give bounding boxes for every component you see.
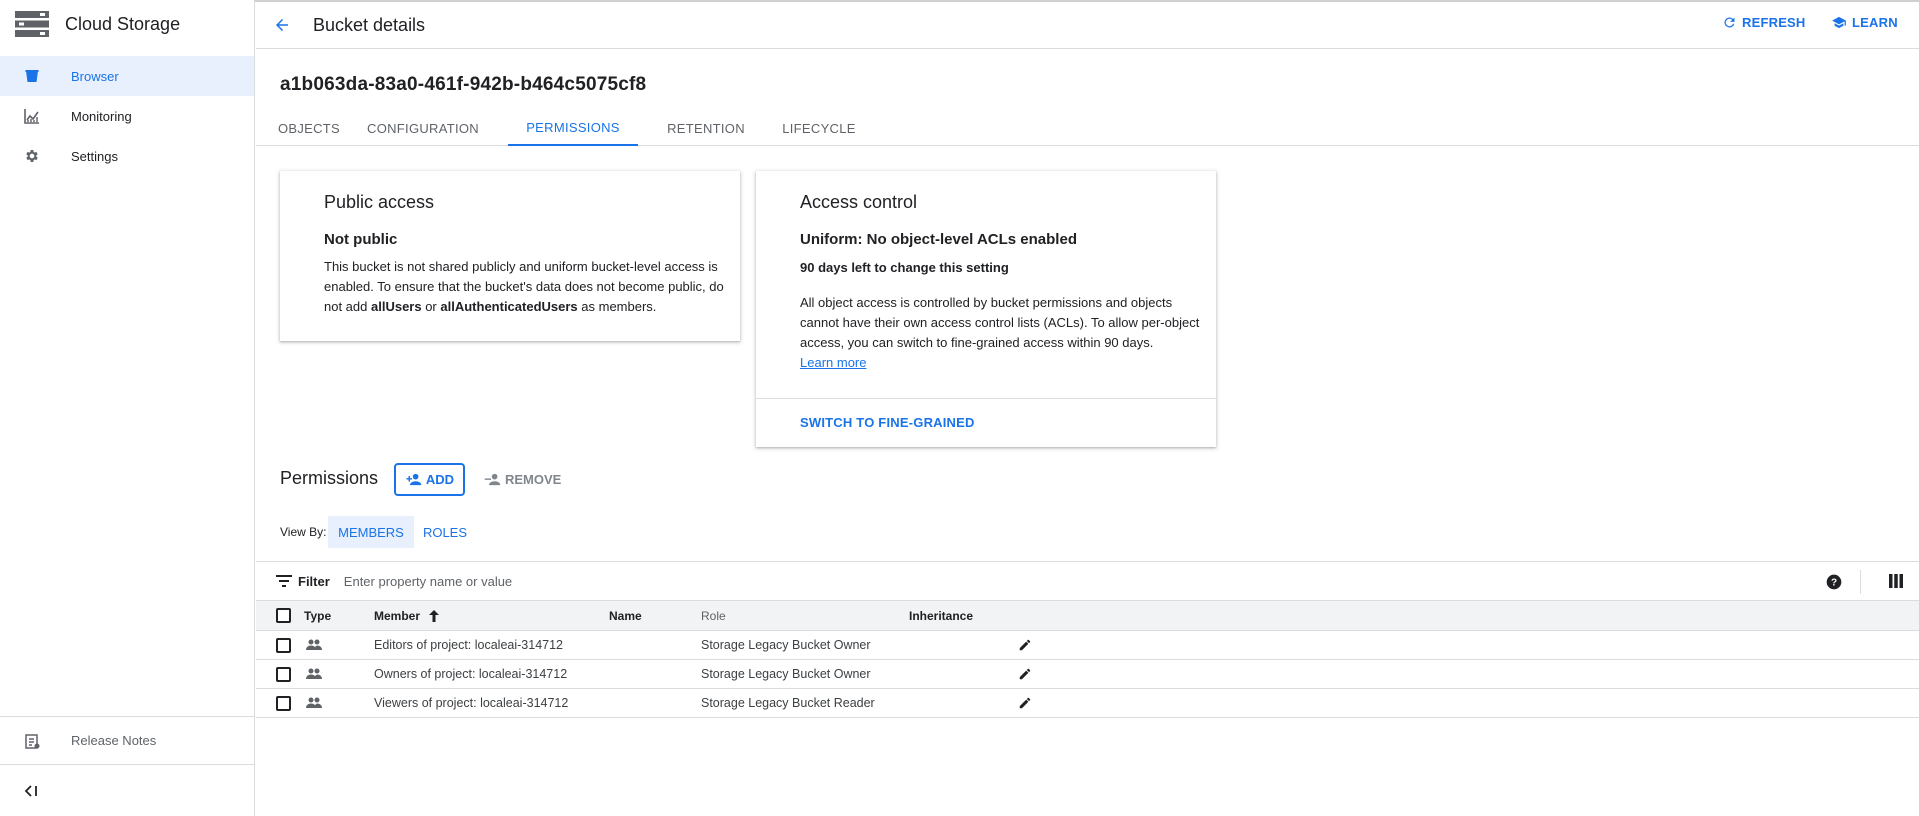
column-header-name[interactable]: Name: [609, 601, 642, 631]
tab-permissions[interactable]: PERMISSIONS: [508, 110, 638, 146]
school-cap-icon: [1831, 15, 1847, 30]
toolbar-divider: [1860, 570, 1861, 594]
group-icon: [306, 668, 322, 679]
filter-input[interactable]: [343, 573, 944, 589]
remove-person-icon: [484, 473, 501, 486]
add-member-button[interactable]: ADD: [394, 463, 465, 496]
filter-icon: [276, 575, 292, 587]
card-title: Public access: [324, 192, 435, 212]
tab-retention[interactable]: RETENTION: [663, 110, 749, 146]
edit-pencil-icon[interactable]: [1018, 667, 1032, 681]
group-icon: [306, 697, 322, 708]
public-access-card: Public access Not public This bucket is …: [280, 171, 740, 341]
learn-button[interactable]: LEARN: [1831, 15, 1898, 30]
days-left-notice: 90 days left to change this setting: [800, 260, 1009, 275]
role-cell: Storage Legacy Bucket Reader: [701, 696, 875, 710]
column-header-member-label: Member: [374, 609, 421, 623]
collapse-sidebar-button[interactable]: [0, 764, 254, 816]
view-by-roles-button[interactable]: ROLES: [418, 516, 472, 548]
column-display-icon[interactable]: [1889, 574, 1903, 588]
release-notes-label: Release Notes: [71, 733, 157, 748]
tab-lifecycle[interactable]: LIFECYCLE: [777, 110, 861, 146]
table-row: Editors of project: localeai-314712 Stor…: [256, 631, 1919, 660]
card-title: Access control: [800, 192, 918, 212]
sidebar-item-browser[interactable]: Browser: [0, 56, 254, 96]
edit-pencil-icon[interactable]: [1018, 638, 1032, 652]
bucket-icon: [24, 68, 40, 84]
release-notes-icon: [24, 733, 40, 749]
card-divider: [756, 398, 1216, 399]
remove-member-button[interactable]: REMOVE: [484, 468, 561, 490]
refresh-button[interactable]: REFRESH: [1722, 15, 1806, 30]
page-title: Bucket details: [313, 14, 426, 35]
member-cell: Editors of project: localeai-314712: [374, 638, 564, 652]
sidebar-header: Cloud Storage: [0, 0, 254, 48]
page-header: Bucket details REFRESH LEARN: [256, 2, 1919, 49]
row-checkbox[interactable]: [276, 696, 291, 711]
add-person-icon: [405, 473, 422, 486]
row-checkbox[interactable]: [276, 638, 291, 653]
public-access-description: This bucket is not shared publicly and u…: [324, 259, 724, 314]
tab-objects[interactable]: OBJECTS: [278, 110, 340, 146]
gear-icon: [24, 148, 40, 164]
sidebar-item-label: Monitoring: [71, 108, 132, 124]
column-header-member[interactable]: Member: [374, 601, 440, 631]
refresh-label: REFRESH: [1742, 15, 1806, 30]
switch-to-fine-grained-button[interactable]: SWITCH TO FINE-GRAINED: [800, 415, 975, 430]
member-cell: Viewers of project: localeai-314712: [374, 696, 569, 710]
tab-configuration[interactable]: CONFIGURATION: [367, 110, 479, 146]
sidebar-item-settings[interactable]: Settings: [0, 136, 254, 176]
learn-label: LEARN: [1852, 15, 1898, 30]
chart-icon: [24, 108, 40, 124]
refresh-icon: [1722, 15, 1737, 30]
role-cell: Storage Legacy Bucket Owner: [701, 667, 871, 681]
view-by-members-button[interactable]: MEMBERS: [328, 516, 414, 548]
sidebar-item-monitoring[interactable]: Monitoring: [0, 96, 254, 136]
filter-label: Filter: [298, 573, 330, 589]
bucket-name: a1b063da-83a0-461f-942b-b464c5075cf8: [280, 74, 647, 95]
access-control-description: All object access is controlled by bucke…: [800, 295, 1200, 370]
tab-bar: OBJECTS CONFIGURATION PERMISSIONS RETENT…: [256, 110, 1919, 146]
collapse-sidebar-icon: [24, 784, 38, 797]
access-control-card: Access control Uniform: No object-level …: [756, 171, 1216, 447]
help-icon[interactable]: ?: [1826, 574, 1842, 590]
role-cell: Storage Legacy Bucket Owner: [701, 638, 871, 652]
sort-ascending-arrow-icon: [428, 609, 440, 623]
permissions-title: Permissions: [280, 468, 379, 488]
add-label: ADD: [425, 472, 455, 487]
sidebar-item-release-notes[interactable]: Release Notes: [0, 716, 254, 764]
edit-pencil-icon[interactable]: [1018, 696, 1032, 710]
sidebar: Cloud Storage Browser Monitoring Setting…: [0, 0, 255, 816]
access-control-status: Uniform: No object-level ACLs enabled: [800, 231, 1077, 248]
row-checkbox[interactable]: [276, 667, 291, 682]
back-arrow-icon[interactable]: [273, 16, 291, 34]
table-header: Type Member Name Role Inheritance: [256, 601, 1919, 631]
select-all-checkbox[interactable]: [276, 608, 291, 623]
remove-label: REMOVE: [505, 471, 562, 487]
column-header-inheritance[interactable]: Inheritance: [909, 601, 973, 631]
table-row: Viewers of project: localeai-314712 Stor…: [256, 689, 1919, 718]
group-icon: [306, 639, 322, 650]
svg-text:?: ?: [1831, 577, 1837, 588]
column-header-type[interactable]: Type: [304, 601, 331, 631]
sidebar-item-label: Browser: [71, 68, 119, 84]
member-cell: Owners of project: localeai-314712: [374, 667, 568, 681]
table-row: Owners of project: localeai-314712 Stora…: [256, 660, 1919, 689]
learn-more-link[interactable]: Learn more: [800, 355, 866, 370]
filter-bar: Filter ?: [256, 561, 1919, 601]
product-title: Cloud Storage: [65, 13, 181, 34]
filter-label-group[interactable]: Filter: [276, 574, 330, 589]
view-by-label: View By:: [280, 525, 327, 539]
public-access-status: Not public: [324, 231, 398, 248]
column-header-role[interactable]: Role: [701, 601, 726, 631]
cloud-storage-logo-icon: [15, 11, 49, 37]
sidebar-item-label: Settings: [71, 148, 118, 164]
